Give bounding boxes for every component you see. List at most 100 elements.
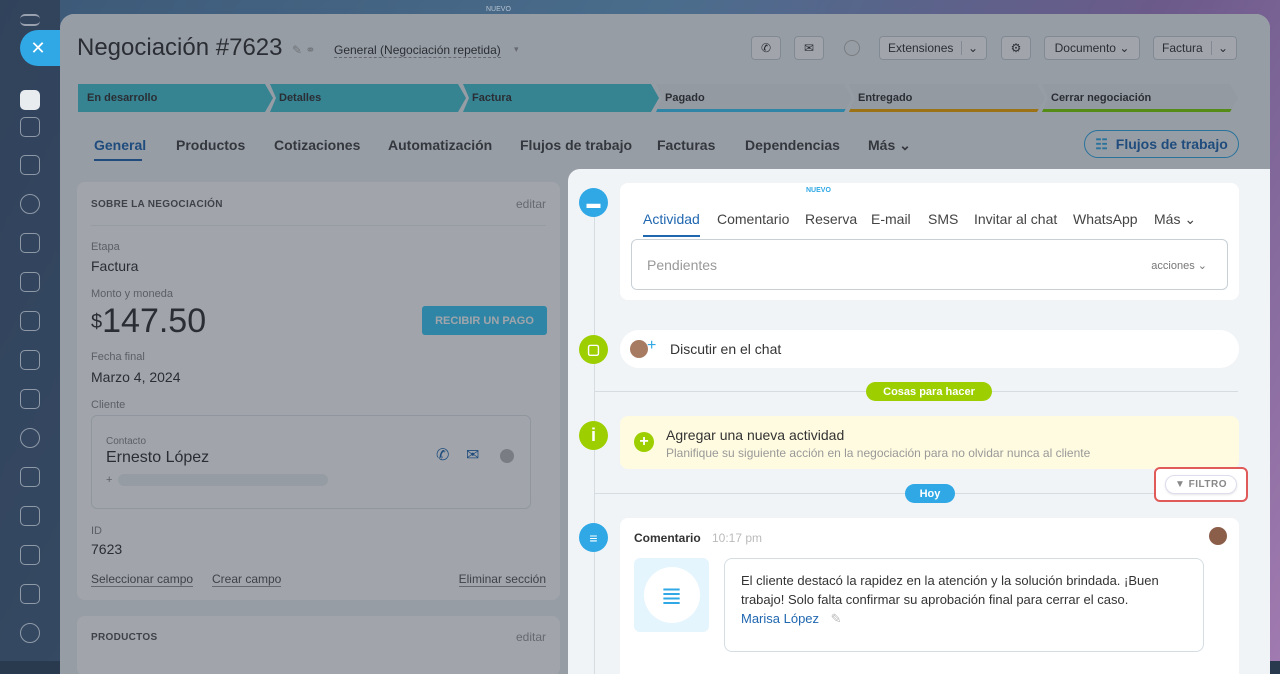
stage-label: Cerrar negociación — [1051, 92, 1152, 104]
info-timeline-icon: i — [579, 421, 608, 450]
tab-dependencias[interactable]: Dependencias — [745, 137, 840, 153]
menu-icon[interactable] — [20, 14, 40, 26]
schedule-icon[interactable] — [20, 545, 40, 565]
stage-pagado[interactable]: Pagado — [656, 84, 852, 112]
tasks-icon[interactable] — [20, 194, 40, 214]
tab-comentario[interactable]: Comentario — [717, 211, 789, 227]
tab-actividad[interactable]: Actividad — [643, 211, 700, 227]
tab-cotizaciones[interactable]: Cotizaciones — [274, 137, 360, 153]
amount: 147.50 — [102, 302, 207, 340]
tab-actividad-underline — [643, 235, 700, 237]
mail-icon[interactable]: ✉ — [466, 445, 479, 465]
chat-icon[interactable] — [20, 117, 40, 137]
stage-factura[interactable]: Factura — [463, 84, 659, 112]
chevron-down-icon: ▾ — [514, 44, 519, 54]
stage-entregado[interactable]: Entregado — [849, 84, 1045, 112]
invoice-label: Factura — [1162, 41, 1203, 55]
edit-icon[interactable]: ✎ — [831, 611, 842, 626]
contact-phone: + — [106, 474, 113, 486]
email-button[interactable]: ✉ — [794, 36, 824, 60]
left-sidebar — [0, 0, 60, 661]
tab-reserva[interactable]: Reserva — [805, 211, 857, 227]
tab-general[interactable]: General — [94, 137, 146, 153]
activity-timeline-icon: ▬ — [579, 188, 608, 217]
client-label: Cliente — [91, 399, 126, 411]
filter-button[interactable]: ▼ FILTRO — [1154, 467, 1248, 502]
store-icon[interactable] — [20, 584, 40, 604]
contact-card[interactable]: Contacto Ernesto López + ✆ ✉ — [91, 415, 531, 509]
section-title: SOBRE LA NEGOCIACIÓN — [91, 199, 223, 210]
chat-icon[interactable] — [500, 449, 514, 463]
contacts-icon[interactable] — [20, 428, 40, 448]
comment-icon: ≣ — [634, 558, 709, 632]
stage-detalles[interactable]: Detalles — [270, 84, 466, 112]
stage-en-desarrollo[interactable]: En desarrollo — [78, 84, 273, 112]
delete-section-link[interactable]: Eliminar sección — [458, 572, 546, 587]
tab-invite-chat[interactable]: Invitar al chat — [974, 211, 1057, 227]
workflows-label: Flujos de trabajo — [1115, 136, 1228, 152]
tab-more[interactable]: Más ⌄ — [1154, 211, 1196, 228]
tab-mas[interactable]: Más ⌄ — [868, 137, 911, 154]
comment-title: Comentario — [634, 531, 701, 545]
actions-label: acciones — [1151, 260, 1195, 272]
settings-button[interactable]: ⚙ — [1001, 36, 1031, 60]
divider — [91, 225, 546, 226]
products-panel: PRODUCTOS editar — [77, 616, 560, 674]
edit-title-icon[interactable]: ✎ ⚭ — [292, 43, 315, 57]
stage-value: Factura — [91, 258, 139, 274]
document-button[interactable]: Documento ⌄ — [1044, 36, 1140, 60]
invoice-button[interactable]: Factura ⌄ — [1153, 36, 1237, 60]
stage-cerrar[interactable]: Cerrar negociación — [1042, 84, 1238, 112]
phone-icon[interactable]: ✆ — [436, 445, 449, 465]
chat-timeline-icon: ▢ — [579, 335, 608, 364]
board-icon[interactable] — [20, 311, 40, 331]
stage-label: Entregado — [858, 92, 913, 104]
edit-link[interactable]: editar — [516, 197, 546, 211]
document-label: Documento — [1054, 41, 1116, 55]
add-icon[interactable]: + — [634, 432, 654, 452]
filter-label: ▼ FILTRO — [1164, 475, 1238, 494]
contact-name[interactable]: Ernesto López — [106, 449, 209, 467]
products-edit-link[interactable]: editar — [516, 630, 546, 644]
contact-label: Contacto — [106, 436, 147, 447]
comment-author[interactable]: Marisa López ✎ — [741, 609, 1187, 628]
tab-facturas[interactable]: Facturas — [657, 137, 715, 153]
settings-icon[interactable] — [20, 623, 40, 643]
filter-icon[interactable] — [20, 506, 40, 526]
call-button[interactable]: ✆ — [751, 36, 781, 60]
new-label: NUEVO — [486, 6, 511, 13]
feed-icon[interactable] — [20, 155, 40, 175]
extensions-button[interactable]: Extensiones ⌄ — [879, 36, 987, 60]
create-field-link[interactable]: Crear campo — [212, 572, 282, 587]
workflows-button[interactable]: ☷ Flujos de trabajo — [1084, 130, 1239, 158]
activity-panel: ▬ Actividad Comentario NUEVO Reserva E-m… — [568, 169, 1270, 674]
tab-more-label: Más — [1154, 211, 1181, 227]
tab-productos[interactable]: Productos — [176, 137, 245, 153]
chat-card[interactable]: + Discutir en el chat — [620, 330, 1239, 368]
tab-sms[interactable]: SMS — [928, 211, 958, 227]
tab-automatizacion[interactable]: Automatización — [388, 137, 492, 153]
card-icon[interactable] — [20, 350, 40, 370]
check-icon[interactable] — [20, 467, 40, 487]
products-title: PRODUCTOS — [91, 632, 158, 643]
author-avatar — [1209, 527, 1227, 545]
docs-icon[interactable] — [20, 272, 40, 292]
pending-input[interactable]: Pendientes acciones ⌄ — [631, 239, 1228, 290]
category-selector[interactable]: General (Negociación repetida) — [334, 43, 501, 58]
mail-icon[interactable] — [20, 389, 40, 409]
receive-payment-button[interactable]: RECIBIR UN PAGO — [422, 306, 547, 335]
calendar-icon[interactable] — [20, 233, 40, 253]
add-participant-icon[interactable]: + — [647, 337, 656, 355]
close-slider-button[interactable]: ✕ — [20, 30, 60, 66]
actions-dropdown[interactable]: acciones ⌄ — [1151, 259, 1207, 272]
tab-active-indicator — [94, 159, 142, 161]
tab-flujos[interactable]: Flujos de trabajo — [520, 137, 632, 153]
add-activity-card[interactable]: + Agregar una nueva actividad Planifique… — [620, 416, 1239, 469]
tab-email[interactable]: E-mail — [871, 211, 911, 227]
select-field-link[interactable]: Seleccionar campo — [91, 572, 194, 587]
date-label: Fecha final — [91, 351, 145, 363]
page-title: Negociación #7623 — [77, 34, 283, 61]
minimize-icon[interactable] — [20, 90, 40, 110]
tab-whatsapp[interactable]: WhatsApp — [1073, 211, 1138, 227]
tab-bar: General Productos Cotizaciones Automatiz… — [77, 128, 1237, 162]
